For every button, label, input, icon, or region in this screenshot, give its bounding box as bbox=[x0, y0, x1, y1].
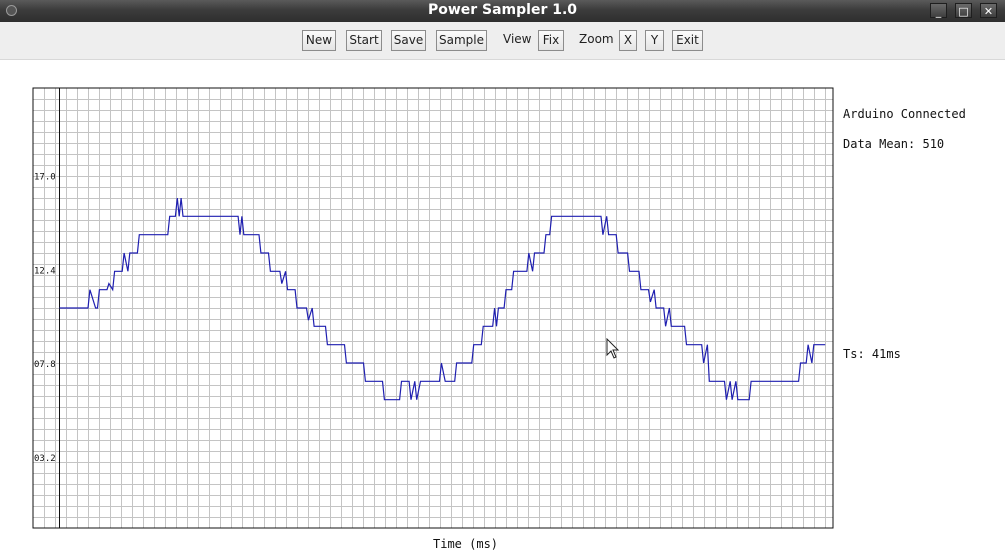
series-line bbox=[59, 197, 826, 401]
sample-time-readout: Ts: 41ms bbox=[843, 347, 901, 361]
data-mean-readout: Data Mean: 510 bbox=[843, 137, 945, 151]
x-axis-label: Time (ms) bbox=[433, 537, 499, 551]
y-tick-label: 07.8 bbox=[34, 360, 56, 370]
y-tick-label: 17.0 bbox=[34, 173, 56, 183]
chart-grid bbox=[33, 88, 833, 528]
y-tick-label: 12.4 bbox=[34, 266, 56, 276]
y-tick-label: 03.2 bbox=[34, 454, 56, 464]
mouse-pointer-icon bbox=[606, 337, 620, 364]
chart: 03.2 07.8 12.4 17.0 bbox=[32, 87, 834, 529]
connection-status: Arduino Connected bbox=[843, 107, 966, 121]
